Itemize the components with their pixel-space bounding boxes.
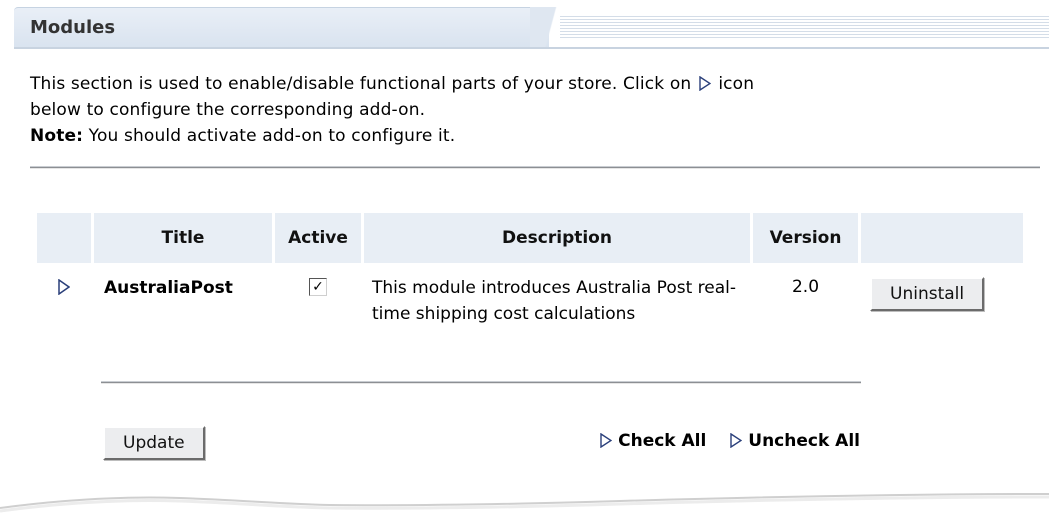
intro-icon-suffix: icon xyxy=(718,74,755,94)
modules-table: Title Active Description Version Austral… xyxy=(34,213,1026,328)
intro-section: This section is used to enable/disable f… xyxy=(30,71,1020,149)
header-version: Version xyxy=(753,213,858,263)
panel-header-underline xyxy=(14,47,1049,49)
active-cell: ✓ xyxy=(275,263,361,328)
triangle-right-icon xyxy=(600,433,613,448)
header-active: Active xyxy=(275,213,361,263)
modules-panel: Modules This section is used to enable/d… xyxy=(0,0,1049,531)
section-separator xyxy=(30,166,1040,169)
panel-header-stripes xyxy=(560,14,1049,40)
module-description: This module introduces Australia Post re… xyxy=(372,278,736,324)
panel-bottom-edge xyxy=(0,493,1049,531)
update-button[interactable]: Update xyxy=(103,426,205,460)
configure-module-icon[interactable] xyxy=(58,278,71,300)
module-version: 2.0 xyxy=(791,277,820,297)
intro-text: This section is used to enable/disable f… xyxy=(30,71,1020,149)
header-title: Title xyxy=(94,213,272,263)
note-label: Note: xyxy=(30,126,84,146)
header-description: Description xyxy=(364,213,750,263)
note-text: You should activate add-on to configure … xyxy=(83,126,456,146)
intro-line1: This section is used to enable/disable f… xyxy=(30,74,692,94)
header-action xyxy=(861,213,1023,263)
uninstall-button[interactable]: Uninstall xyxy=(870,277,985,311)
check-links: Check All Uncheck All xyxy=(594,431,860,451)
triangle-right-icon xyxy=(730,433,743,448)
table-row: AustraliaPost ✓ This module introduces A… xyxy=(37,263,1023,328)
configure-cell xyxy=(37,263,91,328)
intro-line2: below to configure the corresponding add… xyxy=(30,100,426,120)
module-title: AustraliaPost xyxy=(104,278,233,298)
triangle-right-icon xyxy=(699,76,712,91)
uncheck-all-link[interactable]: Uncheck All xyxy=(748,431,860,451)
table-header-row: Title Active Description Version xyxy=(37,213,1023,263)
active-checkbox[interactable]: ✓ xyxy=(309,278,327,296)
action-cell: Uninstall xyxy=(861,263,1023,328)
check-all-link[interactable]: Check All xyxy=(618,431,706,451)
panel-title: Modules xyxy=(30,17,116,38)
header-configure xyxy=(37,213,91,263)
row-separator xyxy=(101,381,861,384)
